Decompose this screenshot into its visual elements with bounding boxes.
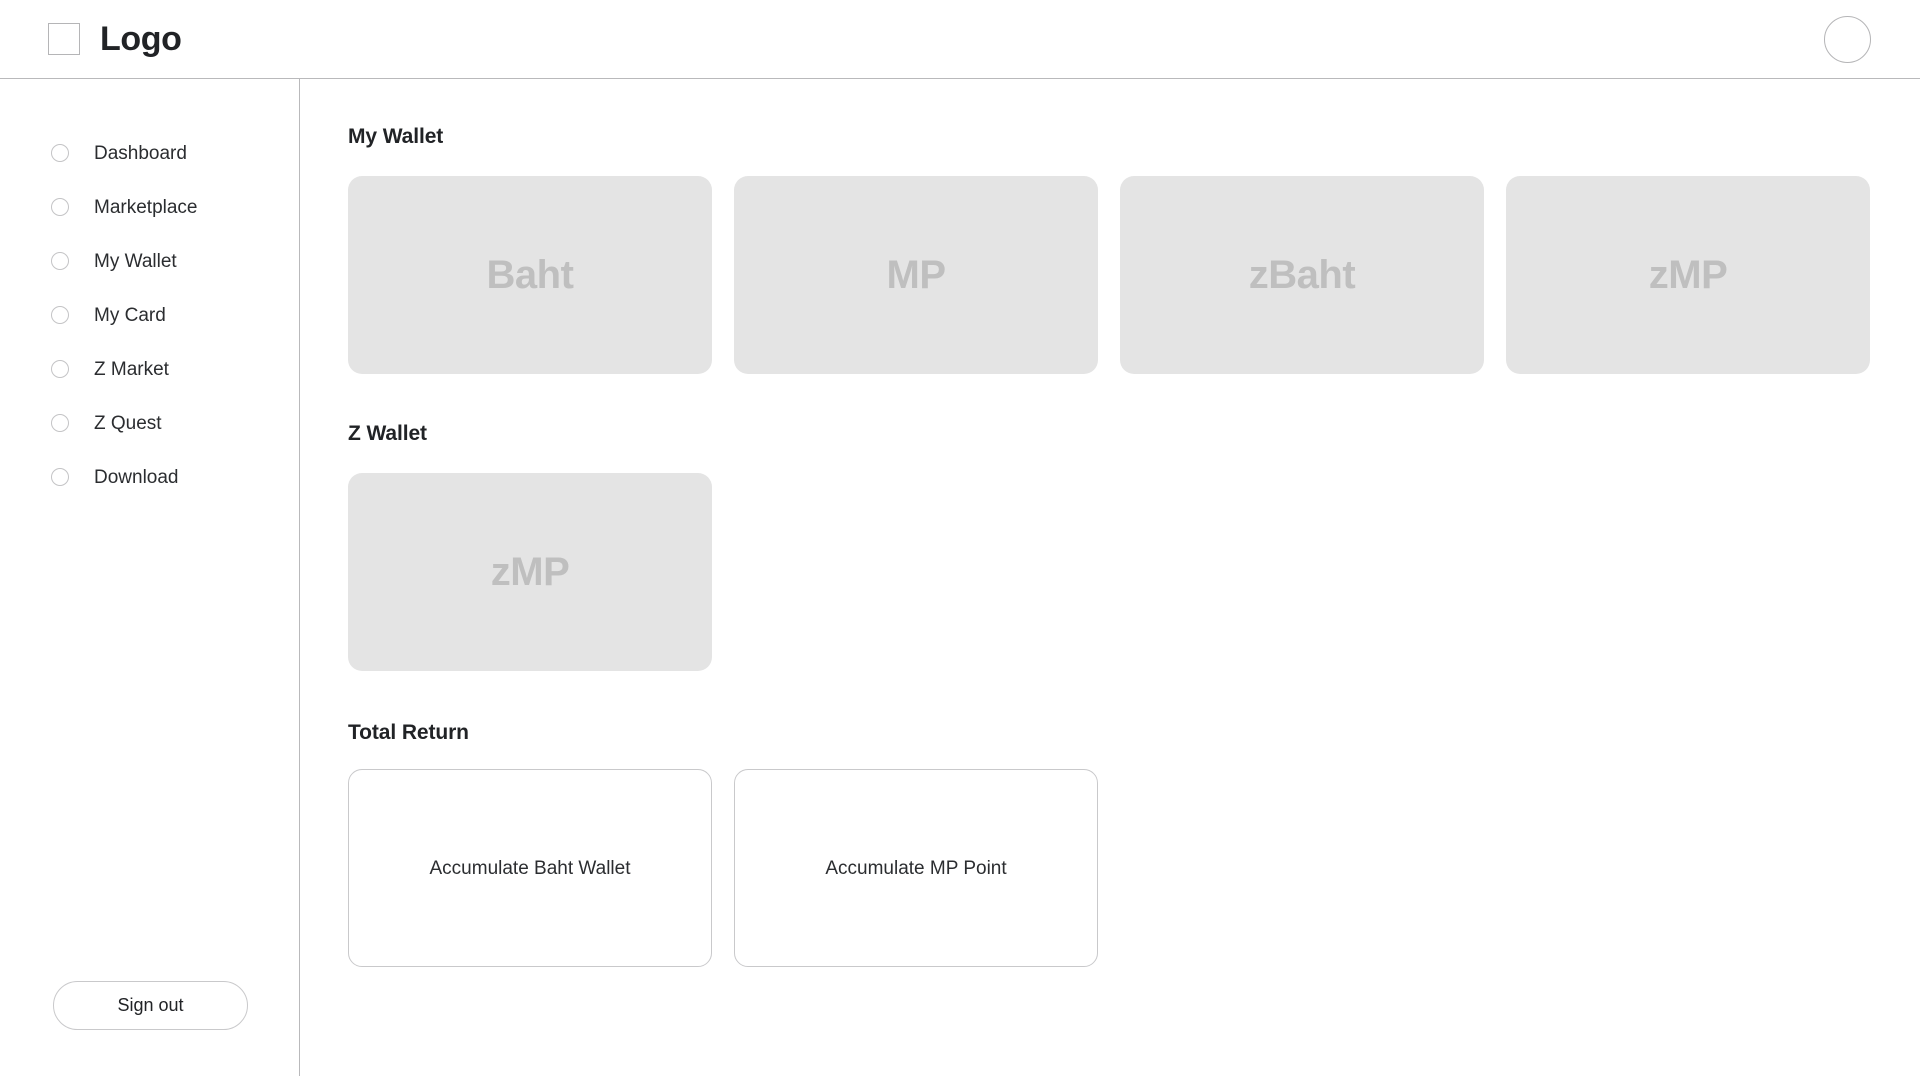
- sidebar-item-z-quest[interactable]: Z Quest: [0, 396, 300, 450]
- sidebar-item-label: My Card: [94, 304, 166, 326]
- circle-bullet-icon: [51, 468, 69, 486]
- z-wallet-section-title: Z Wallet: [348, 422, 427, 445]
- logo-group[interactable]: Logo: [48, 20, 182, 58]
- sign-out-button[interactable]: Sign out: [53, 981, 248, 1030]
- wallet-card-zmp[interactable]: zMP: [1506, 176, 1870, 374]
- wallet-card-label: zMP: [1648, 253, 1728, 297]
- app-header: Logo: [0, 0, 1920, 79]
- square-placeholder-icon: [48, 23, 80, 55]
- wallet-card-zbaht[interactable]: zBaht: [1120, 176, 1484, 374]
- wallet-card-label: Baht: [486, 253, 574, 297]
- sidebar-item-dashboard[interactable]: Dashboard: [0, 126, 300, 180]
- app-root: Logo Dashboard Marketplace My Wallet My …: [0, 0, 1920, 1080]
- z-wallet-card-zmp[interactable]: zMP: [348, 473, 712, 671]
- wallet-card-label: zMP: [490, 550, 570, 594]
- circle-bullet-icon: [51, 198, 69, 216]
- circle-bullet-icon: [51, 144, 69, 162]
- main-content: My Wallet Baht MP zBaht zMP Z Wallet zMP…: [301, 79, 1920, 1080]
- my-wallet-section-title: My Wallet: [348, 125, 444, 148]
- z-wallet-card-row: zMP: [348, 473, 1920, 671]
- wallet-card-label: MP: [886, 253, 947, 297]
- sidebar-item-label: Download: [94, 466, 179, 488]
- sidebar: Dashboard Marketplace My Wallet My Card …: [0, 79, 300, 1076]
- sidebar-item-label: Z Quest: [94, 412, 162, 434]
- total-return-section-title: Total Return: [348, 721, 469, 744]
- circle-bullet-icon: [51, 306, 69, 324]
- return-card-accumulate-baht-wallet[interactable]: Accumulate Baht Wallet: [348, 769, 712, 967]
- return-card-label: Accumulate MP Point: [825, 857, 1007, 879]
- wallet-card-mp[interactable]: MP: [734, 176, 1098, 374]
- sidebar-item-my-card[interactable]: My Card: [0, 288, 300, 342]
- sidebar-item-z-market[interactable]: Z Market: [0, 342, 300, 396]
- logo-text: Logo: [100, 20, 182, 58]
- sidebar-item-marketplace[interactable]: Marketplace: [0, 180, 300, 234]
- total-return-card-row: Accumulate Baht Wallet Accumulate MP Poi…: [348, 769, 1920, 967]
- sign-out-wrapper: Sign out: [53, 981, 248, 1030]
- wallet-card-label: zBaht: [1248, 253, 1356, 297]
- sidebar-item-label: My Wallet: [94, 250, 177, 272]
- sidebar-item-label: Z Market: [94, 358, 169, 380]
- circle-bullet-icon: [51, 360, 69, 378]
- user-avatar-circle-icon[interactable]: [1824, 16, 1871, 63]
- my-wallet-card-row: Baht MP zBaht zMP: [348, 176, 1920, 374]
- sidebar-nav: Dashboard Marketplace My Wallet My Card …: [0, 126, 300, 504]
- wallet-card-baht[interactable]: Baht: [348, 176, 712, 374]
- sidebar-item-download[interactable]: Download: [0, 450, 300, 504]
- circle-bullet-icon: [51, 414, 69, 432]
- return-card-accumulate-mp-point[interactable]: Accumulate MP Point: [734, 769, 1098, 967]
- sidebar-item-label: Dashboard: [94, 142, 187, 164]
- sidebar-item-label: Marketplace: [94, 196, 198, 218]
- sidebar-item-my-wallet[interactable]: My Wallet: [0, 234, 300, 288]
- circle-bullet-icon: [51, 252, 69, 270]
- return-card-label: Accumulate Baht Wallet: [429, 857, 631, 879]
